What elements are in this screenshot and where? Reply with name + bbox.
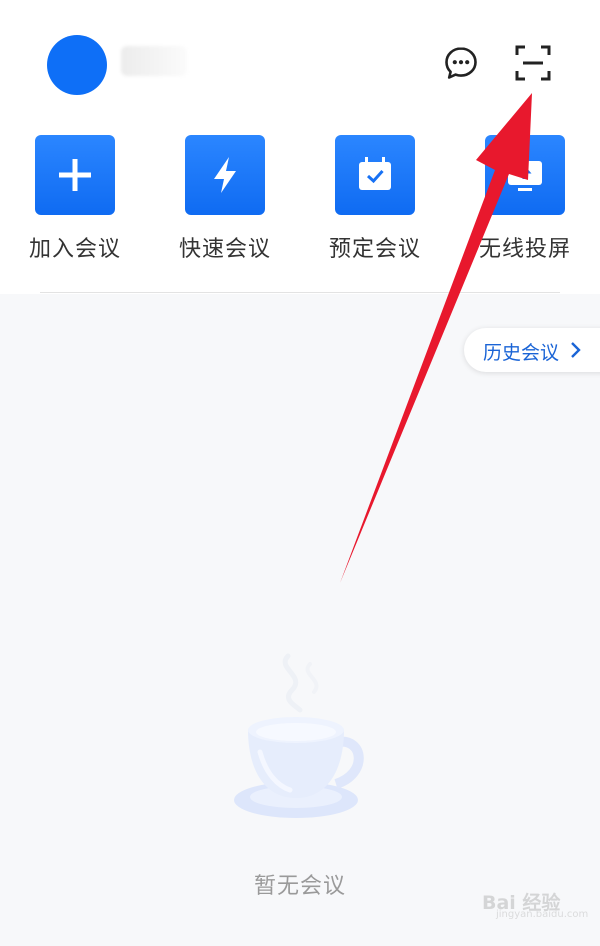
wireless-cast-tile (485, 135, 565, 215)
chevron-right-icon (571, 342, 581, 358)
scan-button[interactable] (514, 44, 552, 82)
screen: 加入会议 快速会议 预定会议 无线投屏 历史会议 暂无会议 Bai 经验 jin… (0, 0, 600, 946)
lightning-icon (214, 157, 236, 193)
watermark-subtext: jingyan.baidu.com (496, 909, 589, 920)
history-meetings-button[interactable]: 历史会议 (464, 328, 600, 372)
chat-bubble-icon (445, 47, 477, 79)
wireless-cast-label: 无线投屏 (478, 237, 571, 262)
quick-meeting-button[interactable]: 快速会议 (150, 135, 300, 265)
plus-icon (59, 159, 91, 191)
screen-cast-icon (508, 161, 542, 191)
quick-meeting-tile (185, 135, 265, 215)
calendar-check-icon (359, 157, 391, 190)
baidu-watermark: Bai 经验 jingyan.baidu.com (458, 882, 590, 922)
schedule-meeting-button[interactable]: 预定会议 (300, 135, 450, 265)
username-blurred (121, 46, 187, 76)
header-area: 加入会议 快速会议 预定会议 无线投屏 (0, 0, 600, 294)
join-meeting-button[interactable]: 加入会议 (0, 135, 150, 265)
schedule-meeting-label: 预定会议 (328, 237, 421, 262)
history-meetings-label: 历史会议 (483, 342, 560, 364)
empty-state-illustration (226, 648, 372, 834)
avatar[interactable] (47, 35, 107, 95)
wireless-cast-button[interactable]: 无线投屏 (450, 135, 600, 265)
coffee-cup-icon (234, 653, 364, 818)
schedule-meeting-tile (335, 135, 415, 215)
scan-icon (515, 45, 551, 81)
join-meeting-tile (35, 135, 115, 215)
join-meeting-label: 加入会议 (28, 237, 121, 262)
chat-button[interactable] (443, 45, 479, 81)
quick-meeting-label: 快速会议 (178, 237, 271, 262)
divider (40, 292, 560, 293)
